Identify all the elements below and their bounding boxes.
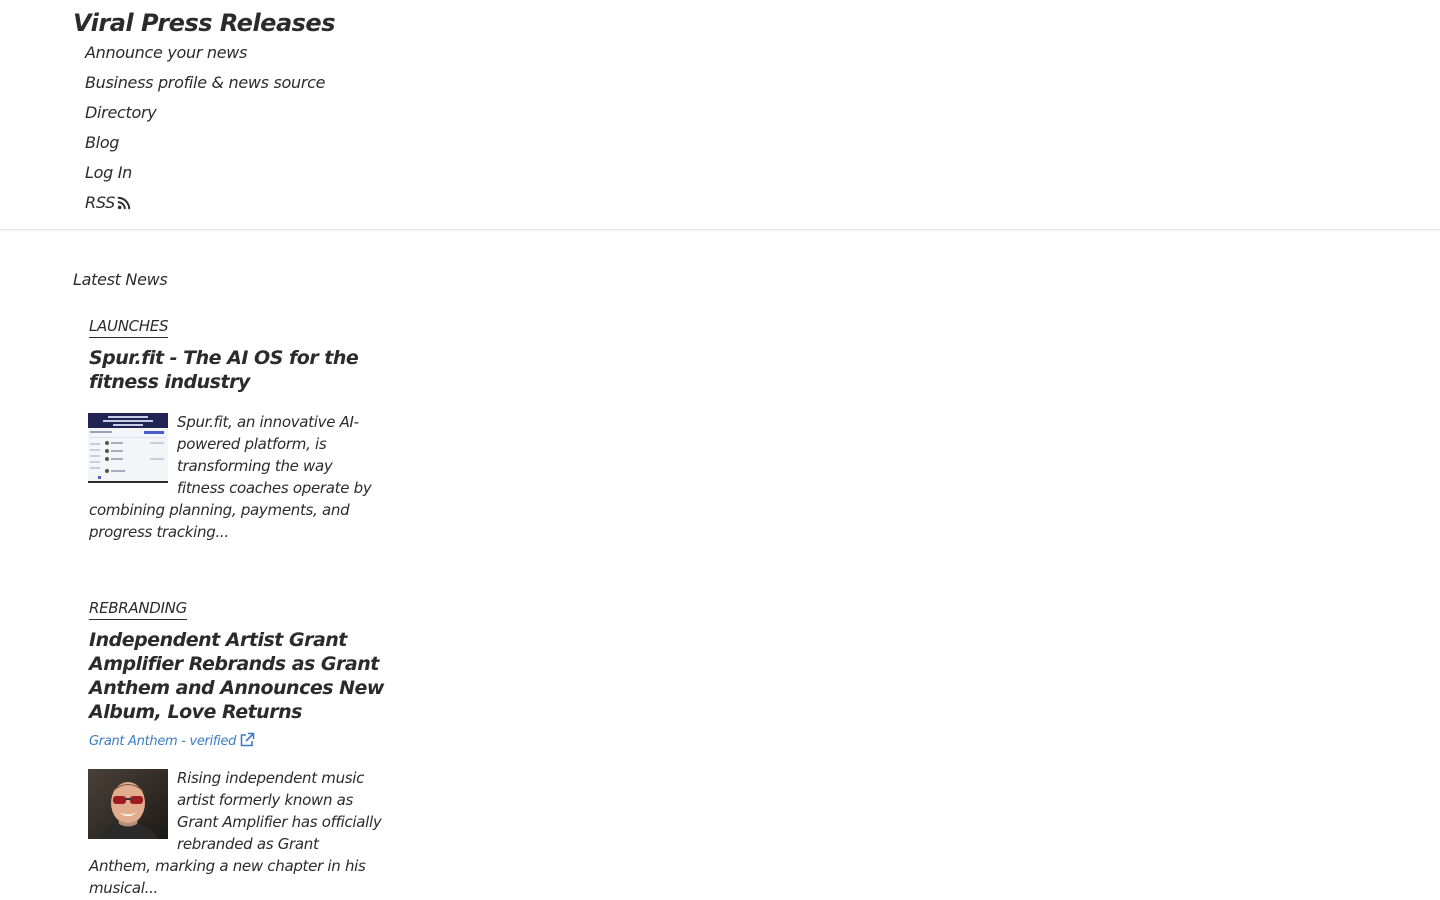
- nav-item-business-profile[interactable]: Business profile & news source: [85, 70, 325, 100]
- category-tag[interactable]: REBRANDING: [89, 598, 187, 620]
- category-tag[interactable]: LAUNCHES: [89, 316, 168, 338]
- main-nav: Announce your news Business profile & ne…: [85, 40, 325, 220]
- article-headline[interactable]: Independent Artist Grant Amplifier Rebra…: [89, 628, 384, 724]
- article-body: Spur.fit, an innovative AI-powered platf…: [88, 411, 384, 543]
- article-body: Rising independent music artist formerly…: [88, 767, 384, 899]
- artist-portrait-thumbnail[interactable]: [88, 769, 168, 839]
- external-link-icon: [240, 732, 255, 747]
- source-link[interactable]: Grant Anthem - verified: [89, 732, 384, 751]
- rss-icon: [117, 196, 131, 210]
- nav-item-directory[interactable]: Directory: [85, 100, 325, 130]
- source-label: Grant Anthem - verified: [89, 734, 237, 749]
- nav-item-rss[interactable]: RSS: [85, 190, 325, 220]
- section-title-latest-news: Latest News: [73, 270, 168, 289]
- nav-item-announce[interactable]: Announce your news: [85, 40, 325, 70]
- news-card: LAUNCHES Spur.fit - The AI OS for the fi…: [88, 316, 384, 543]
- site-header: Viral Press Releases Announce your news …: [0, 0, 1440, 230]
- article-headline[interactable]: Spur.fit - The AI OS for the fitness ind…: [89, 346, 384, 394]
- nav-item-rss-label: RSS: [85, 193, 115, 212]
- product-screenshot-thumbnail[interactable]: [88, 413, 168, 483]
- news-card: REBRANDING Independent Artist Grant Ampl…: [88, 598, 384, 899]
- nav-item-blog[interactable]: Blog: [85, 130, 325, 160]
- nav-item-login[interactable]: Log In: [85, 160, 325, 190]
- site-title[interactable]: Viral Press Releases: [73, 9, 336, 37]
